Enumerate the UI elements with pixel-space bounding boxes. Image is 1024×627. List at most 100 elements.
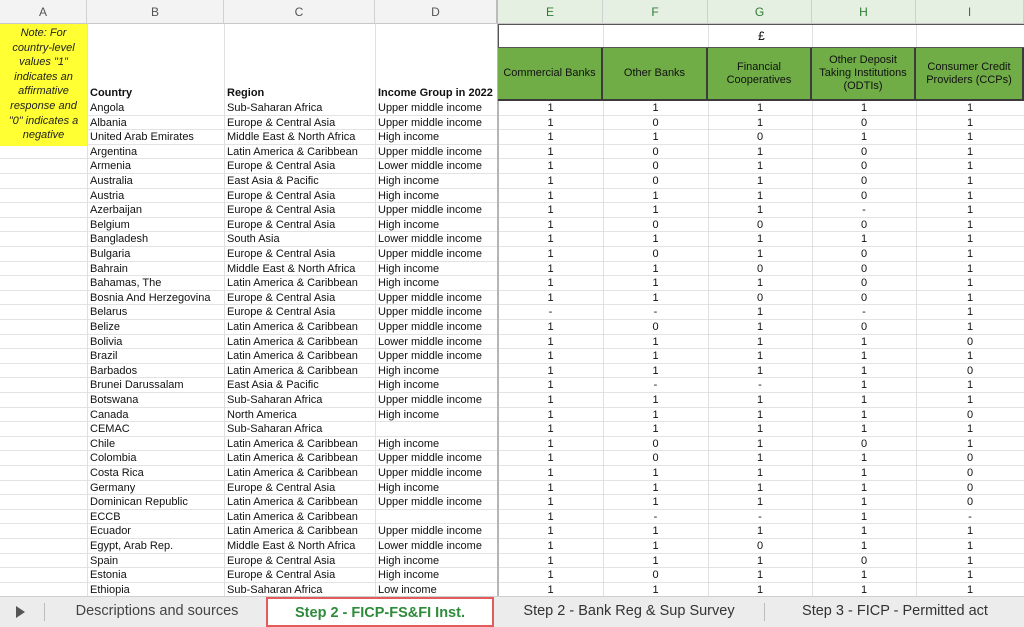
cell-financial-cooperatives[interactable]: 1: [708, 247, 812, 262]
cell-income-group[interactable]: Upper middle income: [375, 349, 498, 364]
cell-commercial-banks[interactable]: 1: [498, 320, 603, 335]
cell-income-group[interactable]: High income: [375, 481, 498, 496]
cell-other-banks[interactable]: 1: [603, 393, 708, 408]
cell-country[interactable]: Bolivia: [87, 335, 224, 350]
cell-region[interactable]: Sub-Saharan Africa: [224, 422, 375, 437]
cell-commercial-banks[interactable]: 1: [498, 422, 603, 437]
cell-income-group[interactable]: High income: [375, 218, 498, 233]
cell-ccps[interactable]: -: [916, 510, 1024, 525]
cell-income-group[interactable]: Upper middle income: [375, 203, 498, 218]
cell-income-group[interactable]: High income: [375, 554, 498, 569]
cell-country[interactable]: Belgium: [87, 218, 224, 233]
cell-commercial-banks[interactable]: 1: [498, 510, 603, 525]
cell-financial-cooperatives[interactable]: 1: [708, 335, 812, 350]
cell-ccps[interactable]: 1: [916, 291, 1024, 306]
cell-other-banks[interactable]: 1: [603, 539, 708, 554]
cell-commercial-banks[interactable]: 1: [498, 466, 603, 481]
cell-country[interactable]: Argentina: [87, 145, 224, 160]
cell-income-group[interactable]: High income: [375, 568, 498, 583]
cell-commercial-banks[interactable]: 1: [498, 481, 603, 496]
cell-country[interactable]: Brazil: [87, 349, 224, 364]
cell-ccps[interactable]: 1: [916, 305, 1024, 320]
cell-financial-cooperatives[interactable]: -: [708, 378, 812, 393]
cell-odtis[interactable]: 1: [812, 568, 916, 583]
cell-financial-cooperatives[interactable]: 0: [708, 262, 812, 277]
cell-income-group[interactable]: Upper middle income: [375, 291, 498, 306]
cell-odtis[interactable]: 0: [812, 262, 916, 277]
cell-income-group[interactable]: Upper middle income: [375, 247, 498, 262]
cell-ccps[interactable]: 1: [916, 218, 1024, 233]
header-income-group[interactable]: Income Group in 2022: [378, 87, 493, 99]
cell-income-group[interactable]: Upper middle income: [375, 320, 498, 335]
cell-income-group[interactable]: High income: [375, 189, 498, 204]
cell-income-group[interactable]: Upper middle income: [375, 451, 498, 466]
cell-financial-cooperatives[interactable]: 1: [708, 159, 812, 174]
header-commercial-banks[interactable]: Commercial Banks: [498, 48, 603, 101]
cell-other-banks[interactable]: 1: [603, 101, 708, 116]
cell-income-group[interactable]: High income: [375, 276, 498, 291]
cell-odtis[interactable]: 1: [812, 422, 916, 437]
cell-region[interactable]: Europe & Central Asia: [224, 247, 375, 262]
cell-other-banks[interactable]: 0: [603, 568, 708, 583]
cell-country[interactable]: Canada: [87, 408, 224, 423]
cell-ccps[interactable]: 1: [916, 378, 1024, 393]
cell-odtis[interactable]: 0: [812, 218, 916, 233]
cell-ccps[interactable]: 1: [916, 189, 1024, 204]
cell-ccps[interactable]: 1: [916, 539, 1024, 554]
cell-ccps[interactable]: 1: [916, 524, 1024, 539]
cell-income-group[interactable]: Upper middle income: [375, 393, 498, 408]
cell-odtis[interactable]: 1: [812, 539, 916, 554]
cell-commercial-banks[interactable]: 1: [498, 568, 603, 583]
cell-income-group[interactable]: High income: [375, 378, 498, 393]
cell-commercial-banks[interactable]: 1: [498, 583, 603, 596]
cell-commercial-banks[interactable]: 1: [498, 393, 603, 408]
cell-region[interactable]: Latin America & Caribbean: [224, 320, 375, 335]
note-cell[interactable]: Note: For country-level values "1" indic…: [0, 24, 87, 146]
cell-commercial-banks[interactable]: 1: [498, 539, 603, 554]
column-header-e[interactable]: E: [498, 0, 603, 24]
cell-financial-cooperatives[interactable]: 1: [708, 481, 812, 496]
cell-commercial-banks[interactable]: 1: [498, 335, 603, 350]
cell-ccps[interactable]: 1: [916, 262, 1024, 277]
cell-other-banks[interactable]: 1: [603, 291, 708, 306]
cell-country[interactable]: Belize: [87, 320, 224, 335]
cell-odtis[interactable]: 1: [812, 232, 916, 247]
cell-country[interactable]: Barbados: [87, 364, 224, 379]
cell-ccps[interactable]: 1: [916, 116, 1024, 131]
cell-commercial-banks[interactable]: 1: [498, 262, 603, 277]
cell-ccps[interactable]: 1: [916, 422, 1024, 437]
cell-odtis[interactable]: 1: [812, 349, 916, 364]
cell-ccps[interactable]: 1: [916, 174, 1024, 189]
cell-commercial-banks[interactable]: -: [498, 305, 603, 320]
cell-odtis[interactable]: 1: [812, 481, 916, 496]
cell-country[interactable]: Bulgaria: [87, 247, 224, 262]
cell-country[interactable]: Botswana: [87, 393, 224, 408]
cell-country[interactable]: Costa Rica: [87, 466, 224, 481]
cell-other-banks[interactable]: 1: [603, 349, 708, 364]
cell-odtis[interactable]: 0: [812, 189, 916, 204]
cell-country[interactable]: Armenia: [87, 159, 224, 174]
cell-ccps[interactable]: 0: [916, 335, 1024, 350]
cell-commercial-banks[interactable]: 1: [498, 247, 603, 262]
cell-other-banks[interactable]: 1: [603, 495, 708, 510]
header-other-banks[interactable]: Other Banks: [603, 48, 708, 101]
cell-financial-cooperatives[interactable]: 1: [708, 232, 812, 247]
cell-country[interactable]: Bahamas, The: [87, 276, 224, 291]
cell-financial-cooperatives[interactable]: 1: [708, 495, 812, 510]
cell-commercial-banks[interactable]: 1: [498, 232, 603, 247]
cell-financial-cooperatives[interactable]: 1: [708, 524, 812, 539]
cell-ccps[interactable]: 1: [916, 159, 1024, 174]
cell-commercial-banks[interactable]: 1: [498, 116, 603, 131]
cell-country[interactable]: Belarus: [87, 305, 224, 320]
cell-country[interactable]: Azerbaijan: [87, 203, 224, 218]
cell-income-group[interactable]: Upper middle income: [375, 495, 498, 510]
cell-odtis[interactable]: -: [812, 203, 916, 218]
cell-odtis[interactable]: 0: [812, 174, 916, 189]
cell-region[interactable]: Latin America & Caribbean: [224, 451, 375, 466]
cell-ccps[interactable]: 1: [916, 393, 1024, 408]
cell-commercial-banks[interactable]: 1: [498, 349, 603, 364]
cell-region[interactable]: Latin America & Caribbean: [224, 524, 375, 539]
cell-other-banks[interactable]: 0: [603, 116, 708, 131]
cell-region[interactable]: Europe & Central Asia: [224, 554, 375, 569]
cell-other-banks[interactable]: 0: [603, 159, 708, 174]
